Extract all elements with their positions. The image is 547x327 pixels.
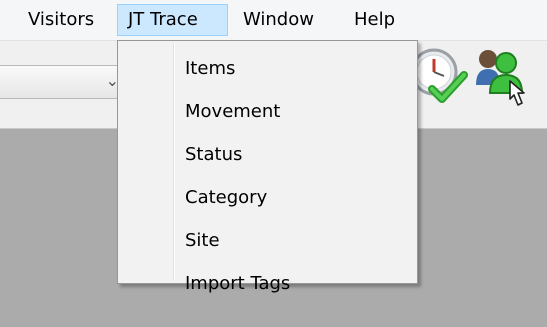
menu-visitors[interactable]: Visitors <box>18 4 104 36</box>
toolbar-combo[interactable]: ⌄ <box>0 65 126 99</box>
menu-help[interactable]: Help <box>344 4 405 36</box>
menu-item-import-tags[interactable]: Import Tags <box>185 266 290 302</box>
menu-item-status[interactable]: Status <box>185 137 242 173</box>
menu-item-items[interactable]: Items <box>185 51 235 87</box>
menu-bar: Visitors JT Trace Window Help <box>0 0 547 41</box>
menu-window[interactable]: Window <box>233 4 324 36</box>
users-pointer-icon[interactable] <box>474 47 536 111</box>
menu-jt-trace[interactable]: JT Trace <box>117 4 228 36</box>
menu-item-category[interactable]: Category <box>185 180 267 216</box>
menu-gutter <box>173 43 175 281</box>
jt-trace-dropdown: Items Movement Status Category Site Impo… <box>117 40 418 294</box>
menu-item-site[interactable]: Site <box>185 223 220 259</box>
menu-item-movement[interactable]: Movement <box>185 94 280 130</box>
